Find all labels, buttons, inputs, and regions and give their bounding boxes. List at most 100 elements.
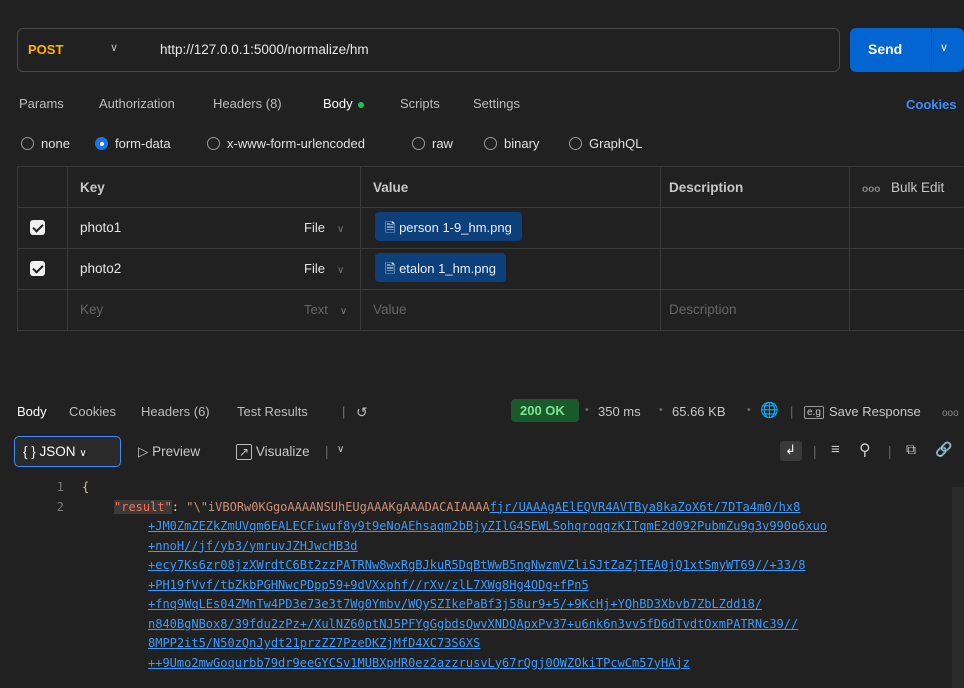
code-line-2: "result": "\"iVBORw0KGgoAAAANSUhEUgAAAKg… <box>114 498 800 518</box>
column-header-description: Description <box>669 180 744 195</box>
body-active-dot <box>357 101 364 108</box>
new-value-input[interactable]: Value <box>373 302 407 317</box>
table-border <box>849 166 850 330</box>
toolbar-separator: | <box>813 444 817 459</box>
wrap-lines-button[interactable]: ↲ <box>780 441 802 461</box>
json-value-continuation: +fnq9WqLEs04ZMnTw4PD3e73e3t7Wg0Ymbv/WQyS… <box>148 597 763 611</box>
row-checkbox[interactable] <box>30 261 45 276</box>
new-type-select[interactable]: Text ∨ <box>304 302 347 317</box>
response-tab-headers[interactable]: Headers (6) <box>141 404 210 419</box>
json-value-link[interactable]: fjr/UAAAgAElEQVR4AVTBya8kaZoX6t/7DTa4m0/… <box>490 500 801 514</box>
cookies-link[interactable]: Cookies <box>906 97 957 112</box>
table-border <box>17 166 964 167</box>
param-type-select[interactable]: File ∨ <box>304 261 344 276</box>
chevron-down-icon: ∨ <box>339 306 348 317</box>
radio-form-data[interactable]: form-data <box>95 136 171 151</box>
history-icon[interactable]: ↺ <box>356 404 368 421</box>
json-value-continuation: ++9Umo2mwGoqurbb79dr9eeGYCSv1MUBXpHR0ez2… <box>148 655 690 670</box>
new-description-input[interactable]: Description <box>669 302 737 317</box>
link-icon[interactable]: 🔗 <box>935 441 952 458</box>
new-key-input[interactable]: Key <box>80 302 103 317</box>
table-border <box>17 289 964 290</box>
tab-params[interactable]: Params <box>19 96 64 111</box>
json-colon: : <box>171 499 187 514</box>
send-button[interactable]: Send ∨ <box>850 28 964 72</box>
param-type-label: File <box>304 261 325 276</box>
response-tab-cookies[interactable]: Cookies <box>69 404 116 419</box>
more-icon[interactable]: ooo <box>942 408 959 419</box>
file-name: person 1-9_hm.png <box>399 220 512 235</box>
param-key[interactable]: photo1 <box>80 220 121 235</box>
toolbar-separator: | <box>790 404 794 419</box>
save-response-button[interactable]: Save Response <box>829 404 921 419</box>
response-time: 350 ms <box>598 404 641 419</box>
more-icon[interactable]: ooo <box>862 184 880 195</box>
visualize-button[interactable]: ↗ Visualize <box>236 444 310 460</box>
column-header-value: Value <box>373 180 409 195</box>
tab-headers[interactable]: Headers (8) <box>213 96 282 111</box>
json-value-continuation: +JM0ZmZEZkZmUVqm6EALECFiwuf8y9t9eNoAEhsa… <box>148 519 828 533</box>
scrollbar[interactable] <box>952 487 964 688</box>
radio-icon <box>569 137 582 150</box>
json-value-continuation: +PH19fVvf/tbZkbPGHNwcPDpp59+9dVXxphf//rX… <box>148 577 589 592</box>
radio-icon <box>412 137 425 150</box>
radio-raw[interactable]: raw <box>412 136 453 151</box>
tab-separator: | <box>342 404 346 419</box>
globe-icon[interactable]: 🌐 <box>760 401 779 419</box>
separator-dot: • <box>585 404 589 416</box>
url-input[interactable]: http://127.0.0.1:5000/normalize/hm <box>160 42 369 57</box>
line-number: 2 <box>56 499 64 514</box>
preview-label: Preview <box>152 444 201 459</box>
table-border <box>660 166 661 330</box>
toolbar-separator: | <box>888 444 892 459</box>
radio-binary-label: binary <box>504 136 540 151</box>
params-table: Key Value Description ooo Bulk Edit phot… <box>17 166 964 342</box>
tab-body[interactable]: Body <box>323 96 364 111</box>
response-tab-body[interactable]: Body <box>17 404 47 419</box>
tab-scripts[interactable]: Scripts <box>400 96 440 111</box>
radio-raw-label: raw <box>432 136 453 151</box>
file-icon: 🗎 <box>385 220 396 235</box>
table-border <box>360 166 361 330</box>
method-select[interactable]: POST <box>28 42 63 57</box>
format-select[interactable]: { } JSON ∨ <box>14 436 121 467</box>
chevron-down-icon[interactable]: ∨ <box>337 444 344 455</box>
json-value-start: "\"iVBORw0KGgoAAAANSUhEUgAAAKgAAADACAIAA… <box>186 499 490 514</box>
line-number: 1 <box>56 480 64 494</box>
separator-dot: • <box>659 404 663 416</box>
radio-urlencoded[interactable]: x-www-form-urlencoded <box>207 136 365 151</box>
chevron-down-icon[interactable]: ∨ <box>940 41 948 54</box>
param-type-select[interactable]: File ∨ <box>304 220 344 235</box>
json-value-continuation: +ecy7Ks6zr08jzXWrdtC6Bt2zzPATRNw8wxRgBJk… <box>148 558 806 572</box>
code-line-1: { <box>82 480 90 494</box>
filter-icon[interactable]: ≡ <box>831 441 840 458</box>
radio-none[interactable]: none <box>21 136 70 151</box>
file-chip[interactable]: 🗎 etalon 1_hm.png <box>375 253 506 282</box>
copy-icon[interactable]: ⧉ <box>906 441 916 458</box>
format-select-label: { } JSON ∨ <box>23 444 87 459</box>
bulk-edit-button[interactable]: Bulk Edit <box>891 180 944 195</box>
send-label: Send <box>868 41 903 57</box>
wrap-icon: ↲ <box>785 442 796 457</box>
param-key[interactable]: photo2 <box>80 261 121 276</box>
radio-graphql[interactable]: GraphQL <box>569 136 642 151</box>
url-bar[interactable]: POST ∨ http://127.0.0.1:5000/normalize/h… <box>17 28 840 72</box>
radio-graphql-label: GraphQL <box>589 136 643 151</box>
radio-none-label: none <box>41 136 70 151</box>
save-icon: e.g <box>804 406 824 419</box>
radio-form-data-label: form-data <box>115 136 171 151</box>
braces-icon: { } <box>23 444 36 459</box>
response-tab-test-results[interactable]: Test Results <box>237 404 308 419</box>
chevron-down-icon[interactable]: ∨ <box>110 41 118 54</box>
tab-authorization[interactable]: Authorization <box>99 96 175 111</box>
search-icon[interactable]: ⚲ <box>859 440 871 460</box>
visualize-label: Visualize <box>255 444 310 459</box>
send-divider <box>931 28 932 72</box>
response-body-code[interactable]: 1 2 { "result": "\"iVBORw0KGgoAAAANSUhEU… <box>0 478 964 688</box>
row-checkbox[interactable] <box>30 220 45 235</box>
tab-settings[interactable]: Settings <box>473 96 520 111</box>
toolbar-separator: | <box>325 444 329 459</box>
file-chip[interactable]: 🗎 person 1-9_hm.png <box>375 212 522 241</box>
preview-button[interactable]: ▷ Preview <box>138 444 200 460</box>
radio-binary[interactable]: binary <box>484 136 539 151</box>
